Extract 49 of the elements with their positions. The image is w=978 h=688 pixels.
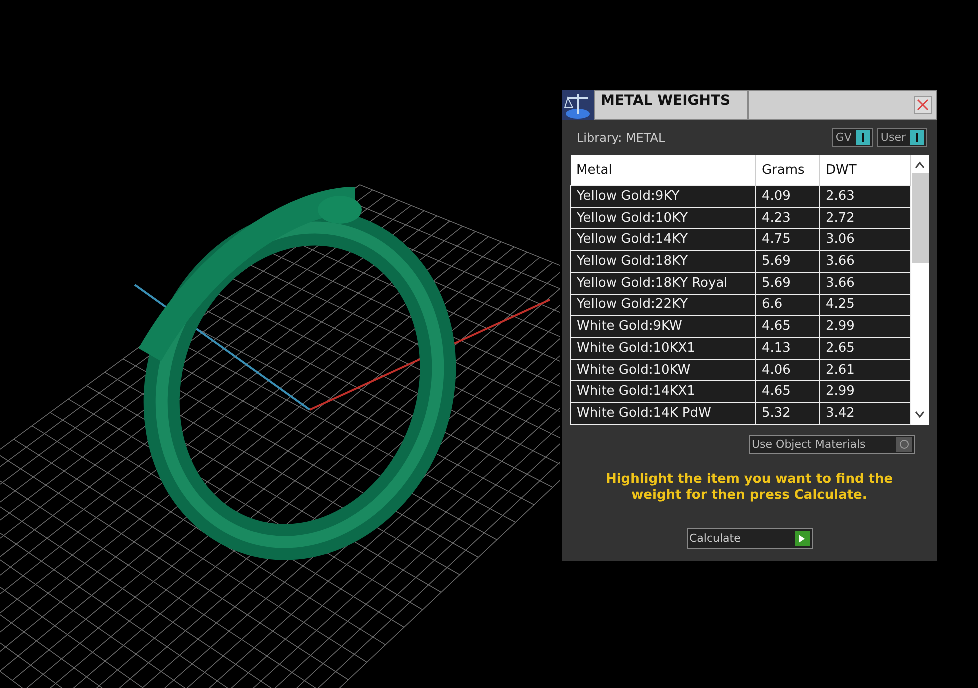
table-cell: 2.99 [820, 316, 910, 338]
table-cell[interactable]: Yellow Gold:9KY [570, 186, 756, 208]
library-label: Library: METAL [577, 130, 666, 144]
table-cell: 5.69 [756, 250, 820, 272]
table-cell[interactable]: Yellow Gold:14KY [570, 228, 756, 251]
close-button[interactable] [914, 96, 932, 114]
table-cell: 2.65 [820, 338, 910, 360]
table-cell: 4.06 [756, 359, 820, 381]
table-cell[interactable]: White Gold:9KW [570, 316, 756, 338]
scrollbar[interactable] [911, 155, 929, 425]
table-cell: 4.09 [756, 186, 820, 208]
scale-icon [562, 90, 594, 120]
table-cell: 4.65 [756, 316, 820, 338]
hint-text: Highlight the item you want to find the weight for then press Calculate. [604, 472, 894, 504]
play-icon [794, 531, 810, 546]
library-toggle[interactable]: GV [832, 128, 873, 147]
table-cell: 4.75 [756, 228, 820, 251]
table-cell: 2.72 [820, 207, 910, 229]
table-cell[interactable]: White Gold:10KW [570, 359, 756, 381]
library-toggle[interactable]: User [876, 128, 927, 147]
table-cell: 2.61 [820, 359, 910, 381]
table-cell: 3.66 [820, 250, 910, 272]
use-object-materials-toggle[interactable]: Use Object Materials [749, 435, 915, 454]
table-cell: 3.42 [820, 402, 910, 424]
column-header[interactable]: Grams [756, 155, 820, 186]
table-cell: 5.69 [756, 272, 820, 294]
table-cell[interactable]: Yellow Gold:18KY [570, 250, 756, 272]
calculate-button[interactable]: Calculate [686, 528, 812, 549]
table-cell[interactable]: Yellow Gold:10KY [570, 207, 756, 229]
column-header[interactable]: DWT [820, 155, 910, 186]
scroll-up-icon[interactable] [915, 161, 925, 169]
table-cell[interactable]: White Gold:10KX1 [570, 338, 756, 360]
column-header[interactable]: Metal [570, 155, 756, 186]
table-cell[interactable]: White Gold:14K PdW [570, 402, 756, 424]
table-cell[interactable]: White Gold:14KX1 [570, 380, 756, 403]
table-cell: 6.6 [756, 294, 820, 316]
table-cell[interactable]: Yellow Gold:18KY Royal [570, 272, 756, 294]
table-cell: 4.25 [820, 294, 910, 316]
table-cell: 4.65 [756, 380, 820, 403]
table-cell: 4.13 [756, 338, 820, 360]
table-cell: 3.66 [820, 272, 910, 294]
table-cell: 4.23 [756, 207, 820, 229]
table-cell: 2.99 [820, 380, 910, 403]
table-cell: 3.06 [820, 228, 910, 251]
panel-title: METAL WEIGHTS [594, 90, 748, 120]
table-cell[interactable]: Yellow Gold:22KY [570, 294, 756, 316]
scroll-down-icon[interactable] [915, 411, 925, 419]
table-cell: 5.32 [756, 402, 820, 424]
table-cell: 2.63 [820, 186, 910, 208]
